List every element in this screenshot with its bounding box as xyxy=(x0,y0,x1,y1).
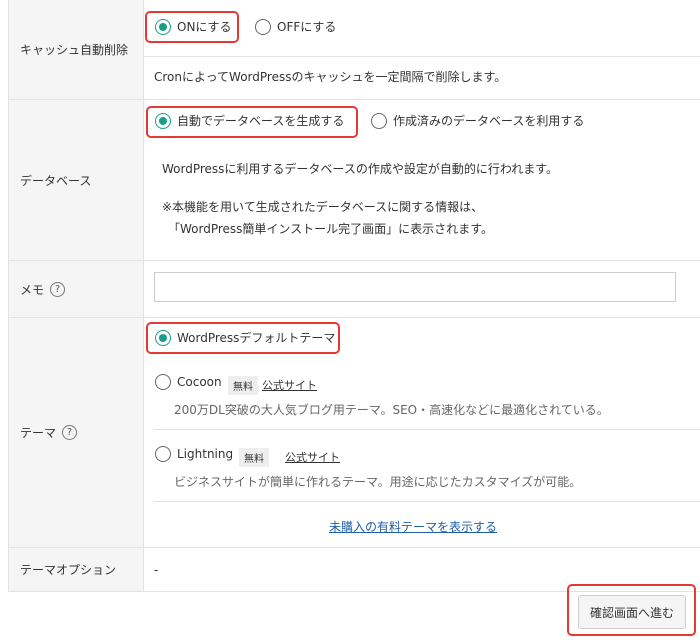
database-note-line2: 「WordPress簡単インストール完了画面」に表示されます。 xyxy=(168,222,493,236)
theme-label: テーマ xyxy=(20,426,57,440)
theme-default-label: WordPressデフォルトテーマ xyxy=(177,331,336,345)
memo-row: メモ ? xyxy=(8,261,700,318)
cocoon-free-badge: 無料 xyxy=(228,376,258,395)
help-icon[interactable]: ? xyxy=(62,425,78,440)
database-value: 自動でデータベースを生成する 作成済みのデータベースを利用する WordPres… xyxy=(144,100,700,260)
radio-selected-icon xyxy=(155,112,171,129)
memo-input[interactable] xyxy=(154,272,676,302)
radio-selected-icon xyxy=(155,18,171,35)
theme-cocoon-name: Cocoon xyxy=(177,375,222,389)
radio-unselected-icon xyxy=(155,374,171,390)
theme-lightning-name: Lightning xyxy=(177,447,234,461)
memo-value xyxy=(144,261,700,317)
database-description: WordPressに利用するデータベースの作成や設定が自動的に行われます。 xyxy=(162,162,559,176)
lightning-official-site-link[interactable]: 公式サイト xyxy=(285,449,340,465)
cache-on-label: ONにする xyxy=(177,20,232,34)
show-paid-themes-link[interactable]: 未購入の有料テーマを表示する xyxy=(329,518,497,535)
theme-option-label: テーマオプション xyxy=(8,548,144,591)
radio-selected-icon xyxy=(155,329,171,346)
cache-label: キャッシュ自動削除 xyxy=(8,0,144,99)
database-note-line1: ※本機能を用いて生成されたデータベースに関する情報は、 xyxy=(162,200,484,214)
help-icon[interactable]: ? xyxy=(50,281,66,297)
settings-form: キャッシュ自動削除 ONにする OFFにする CronによってWordPress… xyxy=(8,0,700,592)
radio-unselected-icon xyxy=(155,446,171,462)
lightning-free-badge: 無料 xyxy=(239,448,269,467)
theme-cocoon-radio[interactable]: Cocoon xyxy=(155,374,222,390)
database-label: データベース xyxy=(8,100,144,260)
cocoon-official-site-link[interactable]: 公式サイト xyxy=(262,377,317,393)
theme-option-value: - xyxy=(154,563,159,577)
theme-default-radio[interactable]: WordPressデフォルトテーマ xyxy=(155,329,335,346)
radio-unselected-icon xyxy=(255,18,271,35)
memo-label: メモ xyxy=(20,282,45,297)
cache-description: CronによってWordPressのキャッシュを一定間隔で削除します。 xyxy=(154,70,507,84)
theme-value: WordPressデフォルトテーマ Cocoon 無料 公式サイト 200万DL… xyxy=(144,318,700,547)
lightning-description: ビジネスサイトが簡単に作れるテーマ。用途に応じたカスタマイズが可能。 xyxy=(174,475,582,489)
theme-row: テーマ ? WordPressデフォルトテーマ Cocoon 無料 公式サイト … xyxy=(8,318,700,548)
database-existing-radio[interactable]: 作成済みのデータベースを利用する xyxy=(371,112,584,129)
database-existing-label: 作成済みのデータベースを利用する xyxy=(393,114,585,128)
confirm-button[interactable]: 確認画面へ進む xyxy=(578,595,686,629)
memo-label-cell: メモ ? xyxy=(8,261,144,317)
cache-on-radio[interactable]: ONにする xyxy=(155,18,232,35)
cocoon-description: 200万DL突破の大人気ブログ用テーマ。SEO・高速化などに最適化されている。 xyxy=(174,403,609,417)
cache-row: キャッシュ自動削除 ONにする OFFにする CronによってWordPress… xyxy=(8,0,700,100)
theme-lightning-radio[interactable]: Lightning xyxy=(155,446,233,462)
cache-value: ONにする OFFにする CronによってWordPressのキャッシュを一定間… xyxy=(144,0,700,99)
cache-off-radio[interactable]: OFFにする xyxy=(255,18,336,35)
database-row: データベース 自動でデータベースを生成する 作成済みのデータベースを利用する W… xyxy=(8,100,700,261)
database-auto-label: 自動でデータベースを生成する xyxy=(177,114,345,128)
theme-label-cell: テーマ ? xyxy=(8,318,144,547)
theme-divider-2 xyxy=(154,501,700,502)
theme-divider-1 xyxy=(154,429,700,430)
radio-unselected-icon xyxy=(371,112,387,129)
cache-divider xyxy=(144,56,700,57)
database-auto-radio[interactable]: 自動でデータベースを生成する xyxy=(155,112,344,129)
cache-off-label: OFFにする xyxy=(277,20,337,34)
